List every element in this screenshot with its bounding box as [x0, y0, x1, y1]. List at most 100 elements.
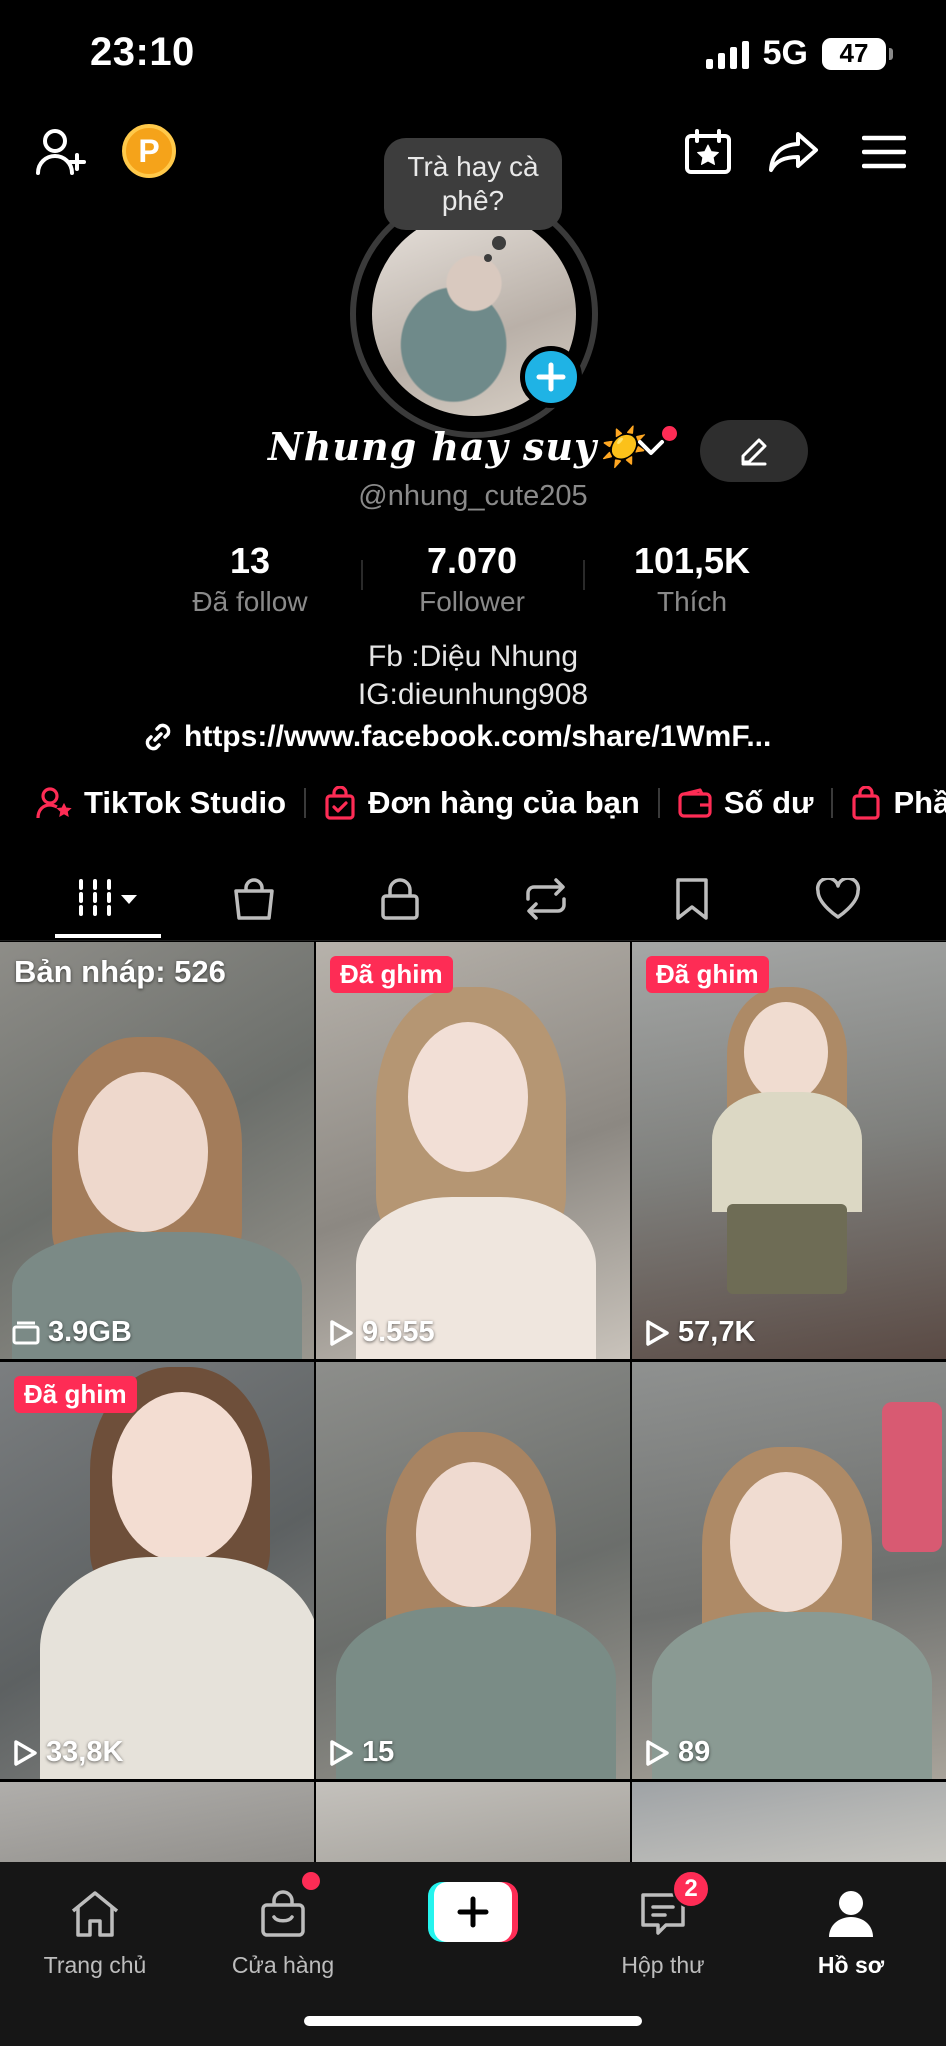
nav-inbox[interactable]: Hộp thư — [578, 1884, 748, 1979]
create-button[interactable] — [428, 1882, 518, 1942]
quick-links: TikTok Studio Đơn hàng của bạn Số dư Phầ… — [36, 785, 946, 821]
video-tile[interactable] — [316, 1782, 630, 1872]
quick-divider — [657, 788, 660, 818]
repost-icon — [526, 878, 566, 920]
shop-link[interactable]: Phần — [851, 785, 946, 821]
shop-bag-icon — [234, 878, 274, 920]
tab-saved[interactable] — [637, 860, 747, 938]
signal-icon — [705, 39, 749, 69]
orders-link[interactable]: Đơn hàng của bạn — [324, 785, 640, 821]
tiktok-studio-link[interactable]: TikTok Studio — [36, 785, 286, 821]
nav-shop[interactable]: Cửa hàng — [198, 1884, 368, 1979]
quick-link-label: Đơn hàng của bạn — [368, 785, 640, 820]
stat-likes-value: 101,5K — [633, 540, 751, 581]
video-tile[interactable]: Đã ghim 33,8K — [0, 1362, 314, 1779]
bio-link-text: https://www.facebook.com/share/1WmF... — [184, 720, 772, 753]
stat-divider — [583, 560, 585, 590]
quick-divider — [831, 788, 834, 818]
bio-line: Fb :Diệu Nhung — [367, 640, 579, 673]
nav-home[interactable]: Trang chủ — [10, 1884, 180, 1979]
bubble-tail — [492, 236, 506, 250]
inbox-badge: 2 — [672, 1870, 710, 1908]
stat-followers[interactable]: 7.070 Follower — [372, 540, 572, 618]
tab-repost[interactable] — [491, 860, 601, 938]
storage-icon — [12, 1321, 40, 1344]
pinned-badge: Đã ghim — [330, 956, 453, 993]
video-views: 57,7K — [678, 1316, 756, 1348]
bubble-tail-small — [484, 254, 492, 262]
chevron-down-icon[interactable] — [636, 438, 666, 463]
draft-count: Bản nháp: 526 — [14, 954, 226, 989]
liked-heart-icon — [815, 878, 861, 919]
status-time: 23:10 — [90, 30, 195, 74]
video-tile[interactable]: Đã ghim 9.555 — [316, 942, 630, 1359]
notification-dot — [662, 426, 677, 441]
video-stat: 15 — [328, 1736, 394, 1769]
nav-shop-label: Cửa hàng — [231, 1952, 335, 1978]
quick-link-label: Phần — [893, 785, 946, 820]
display-name[interactable]: Nhung hay suy☀️ — [268, 424, 645, 470]
stat-following-label: Đã follow — [192, 586, 308, 617]
profile-icon — [829, 1891, 873, 1937]
battery-icon: 47 — [822, 37, 893, 70]
plus-icon — [457, 1896, 489, 1928]
bio-link[interactable]: https://www.facebook.com/share/1WmF... — [142, 720, 771, 754]
quick-link-label: TikTok Studio — [84, 785, 287, 820]
tab-shop[interactable] — [199, 860, 309, 938]
video-views: 3.9GB — [48, 1316, 132, 1348]
stat-likes[interactable]: 101,5K Thích — [592, 540, 792, 618]
video-tile[interactable]: Bản nháp: 526 3.9GB — [0, 942, 314, 1359]
coin-icon[interactable]: P — [122, 124, 176, 178]
play-icon — [646, 1319, 669, 1346]
status-right: 5G 47 — [705, 34, 893, 73]
order-bag-icon — [325, 786, 355, 820]
home-indicator — [304, 2016, 642, 2026]
play-icon — [330, 1739, 353, 1766]
pinned-badge: Đã ghim — [14, 1376, 137, 1413]
stat-followers-label: Follower — [419, 586, 525, 617]
quick-divider — [304, 788, 307, 818]
share-icon[interactable] — [764, 122, 824, 182]
stat-followers-value: 7.070 — [426, 540, 518, 581]
shop-notification-dot — [302, 1872, 320, 1890]
tab-videos[interactable] — [55, 860, 165, 938]
network-type: 5G — [762, 34, 808, 72]
video-tile[interactable] — [0, 1782, 314, 1872]
tab-private[interactable] — [345, 860, 455, 938]
tabs-divider — [0, 940, 946, 941]
video-tile[interactable]: 15 — [316, 1362, 630, 1779]
link-icon — [145, 723, 171, 751]
video-views: 9.555 — [362, 1316, 435, 1348]
bio-line: IG:dieunhung908 — [357, 678, 589, 711]
video-tile[interactable]: Đã ghim 57,7K — [632, 942, 946, 1359]
note-bubble[interactable]: Trà hay cà phê? — [384, 138, 562, 230]
username: @nhung_cute205 — [358, 480, 588, 512]
videos-grid-icon — [79, 879, 137, 919]
wallet-icon — [678, 788, 712, 818]
status-bar: 23:10 5G 47 — [0, 0, 946, 110]
shop-icon — [261, 1890, 305, 1937]
add-story-icon[interactable] — [520, 346, 582, 408]
video-tile[interactable]: 89 — [632, 1362, 946, 1779]
stat-divider — [361, 560, 363, 590]
quick-link-label: Số dư — [723, 785, 814, 820]
edit-profile-button[interactable] — [700, 420, 808, 482]
video-views: 33,8K — [46, 1736, 124, 1768]
add-friend-icon[interactable] — [32, 122, 92, 182]
video-views: 89 — [678, 1736, 711, 1768]
video-tile[interactable] — [632, 1782, 946, 1872]
active-tab-indicator — [55, 934, 161, 938]
nav-inbox-label: Hộp thư — [621, 1952, 705, 1978]
video-stat: 89 — [644, 1736, 710, 1769]
balance-link[interactable]: Số dư — [678, 785, 814, 821]
pinned-badge: Đã ghim — [646, 956, 769, 993]
tab-liked[interactable] — [783, 860, 893, 938]
play-icon — [14, 1739, 37, 1766]
video-stat: 33,8K — [12, 1736, 123, 1769]
nav-profile[interactable]: Hồ sơ — [766, 1884, 936, 1979]
calendar-star-icon[interactable] — [678, 122, 738, 182]
stat-following[interactable]: 13 Đã follow — [150, 540, 350, 618]
video-stat: 9.555 — [328, 1316, 435, 1349]
menu-icon[interactable] — [854, 122, 914, 182]
private-lock-icon — [381, 878, 419, 920]
